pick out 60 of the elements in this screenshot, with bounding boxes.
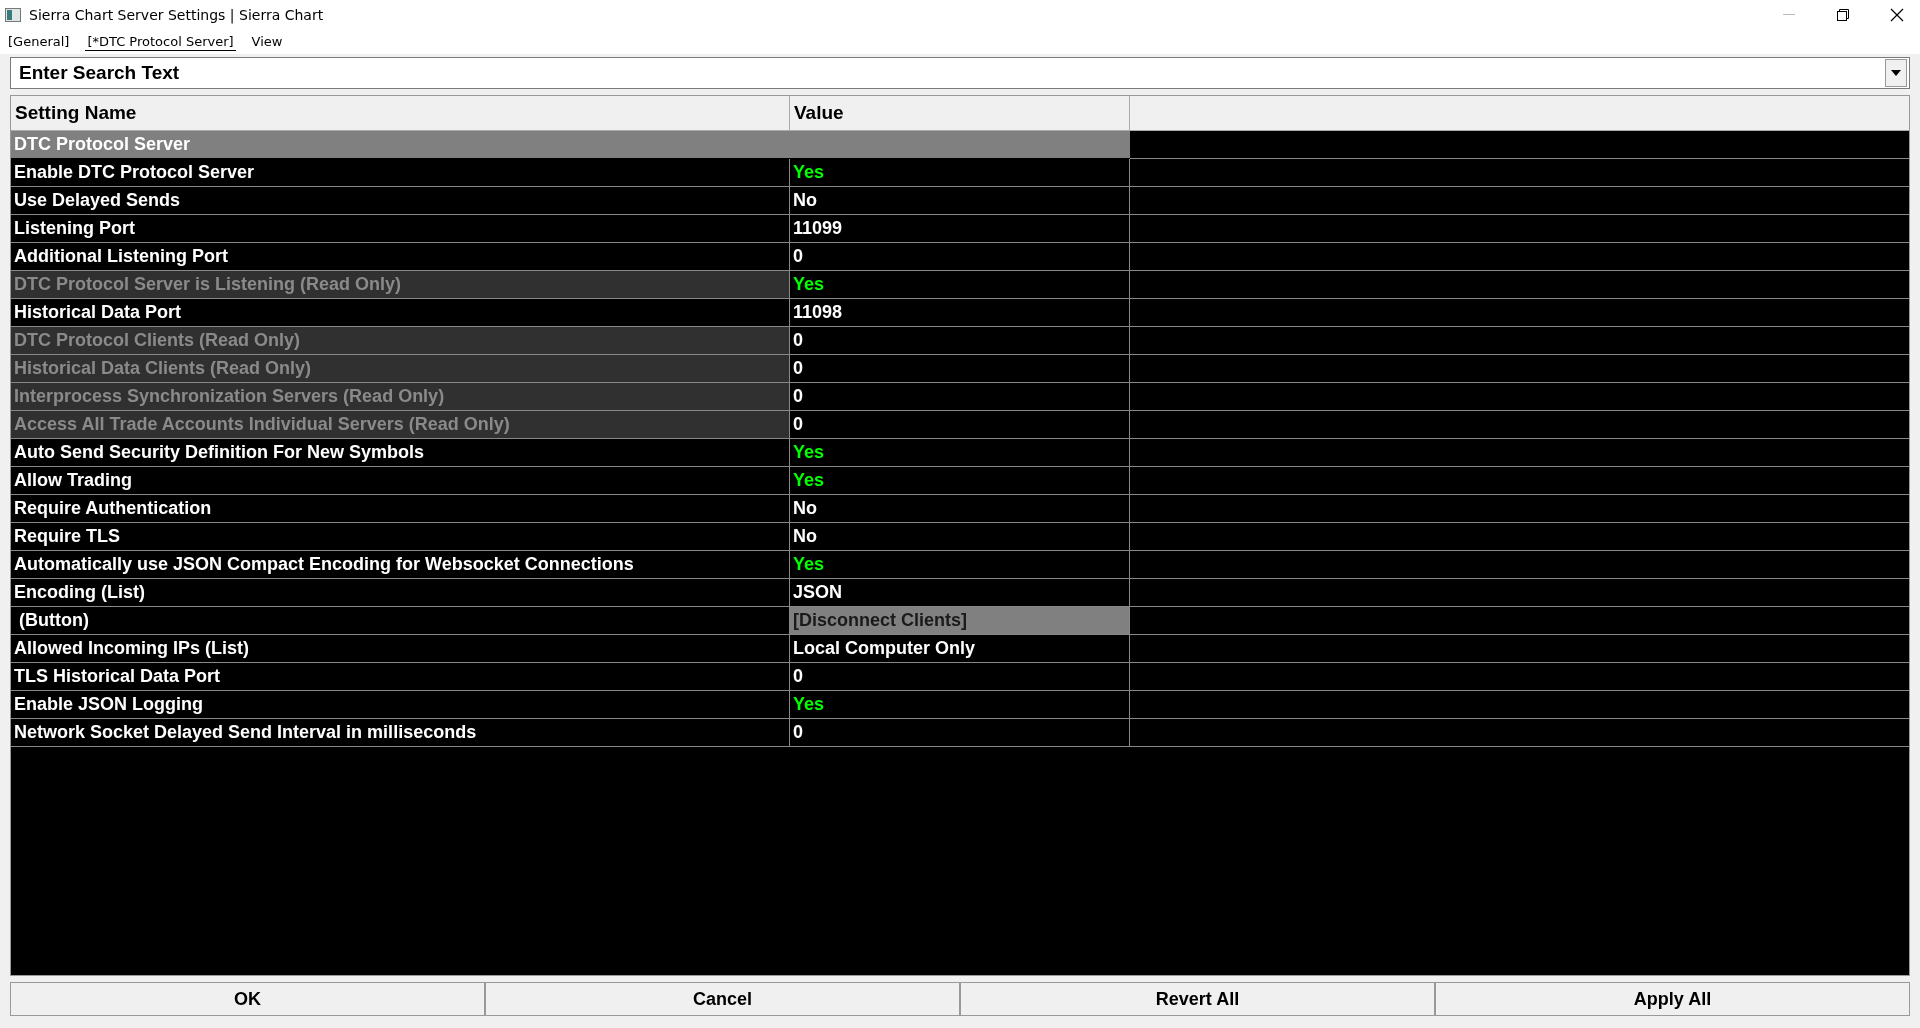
- setting-name: Enable JSON Logging: [11, 691, 790, 719]
- dialog-button[interactable]: Apply All: [1435, 982, 1910, 1016]
- setting-name: Interprocess Synchronization Servers (Read Only): [11, 383, 790, 411]
- setting-name: Additional Listening Port: [11, 243, 790, 271]
- setting-value[interactable]: Yes: [790, 439, 1130, 467]
- app-icon: [5, 8, 21, 22]
- setting-value[interactable]: 0: [790, 327, 1130, 355]
- setting-value[interactable]: 0: [790, 383, 1130, 411]
- search-field[interactable]: Enter Search Text: [10, 57, 1910, 89]
- menu-item[interactable]: [*DTC Protocol Server]: [85, 33, 236, 51]
- menu-item[interactable]: [General]: [6, 33, 72, 51]
- setting-value[interactable]: No: [790, 187, 1130, 215]
- setting-value[interactable]: 0: [790, 663, 1130, 691]
- restore-icon: [1837, 9, 1849, 21]
- setting-name: Historical Data Port: [11, 299, 790, 327]
- setting-value[interactable]: Yes: [790, 551, 1130, 579]
- setting-name: Network Socket Delayed Send Interval in milliseconds: [11, 719, 790, 747]
- dialog-button[interactable]: Cancel: [485, 982, 960, 1016]
- setting-value[interactable]: Local Computer Only: [790, 635, 1130, 663]
- setting-value[interactable]: Yes: [790, 467, 1130, 495]
- setting-name: Historical Data Clients (Read Only): [11, 355, 790, 383]
- setting-value[interactable]: 0: [790, 719, 1130, 747]
- setting-name: Encoding (List): [11, 579, 790, 607]
- setting-name: DTC Protocol Clients (Read Only): [11, 327, 790, 355]
- setting-value[interactable]: No: [790, 495, 1130, 523]
- setting-name: TLS Historical Data Port: [11, 663, 790, 691]
- setting-value[interactable]: 0: [790, 355, 1130, 383]
- dialog-button[interactable]: Revert All: [960, 982, 1435, 1016]
- setting-name: Use Delayed Sends: [11, 187, 790, 215]
- setting-value[interactable]: JSON: [790, 579, 1130, 607]
- setting-value[interactable]: No: [790, 523, 1130, 551]
- setting-name: Allowed Incoming IPs (List): [11, 635, 790, 663]
- setting-value[interactable]: 0: [790, 243, 1130, 271]
- column-header[interactable]: Setting Name: [11, 96, 790, 131]
- setting-name: Enable DTC Protocol Server: [11, 159, 790, 187]
- setting-name: (Button): [11, 607, 790, 635]
- menu-item[interactable]: View: [249, 33, 285, 51]
- setting-value[interactable]: 11099: [790, 215, 1130, 243]
- setting-name: Access All Trade Accounts Individual Servers (Read Only): [11, 411, 790, 439]
- setting-name: Automatically use JSON Compact Encoding for Websocket Connections: [11, 551, 790, 579]
- dialog-button[interactable]: OK: [10, 982, 485, 1016]
- setting-value[interactable]: 11098: [790, 299, 1130, 327]
- close-icon: [1890, 8, 1904, 22]
- caret-icon: [1891, 70, 1901, 76]
- column-header[interactable]: Value: [790, 96, 1130, 131]
- setting-name: Require TLS: [11, 523, 790, 551]
- setting-name: Auto Send Security Definition For New Symbols: [11, 439, 790, 467]
- setting-name: Listening Port: [11, 215, 790, 243]
- minimize-icon: [1783, 14, 1795, 16]
- setting-name: DTC Protocol Server is Listening (Read Only): [11, 271, 790, 299]
- setting-value[interactable]: 0: [790, 411, 1130, 439]
- section-header: DTC Protocol Server: [11, 131, 1130, 158]
- setting-name: Allow Trading: [11, 467, 790, 495]
- disconnect-clients-button[interactable]: [Disconnect Clients]: [790, 607, 1130, 635]
- setting-name: Require Authentication: [11, 495, 790, 523]
- dropdown-button[interactable]: [1885, 59, 1907, 87]
- setting-value[interactable]: Yes: [790, 159, 1130, 187]
- setting-value[interactable]: Yes: [790, 691, 1130, 719]
- window-title: Sierra Chart Server Settings | Sierra Chart: [29, 7, 325, 23]
- setting-value[interactable]: Yes: [790, 271, 1130, 299]
